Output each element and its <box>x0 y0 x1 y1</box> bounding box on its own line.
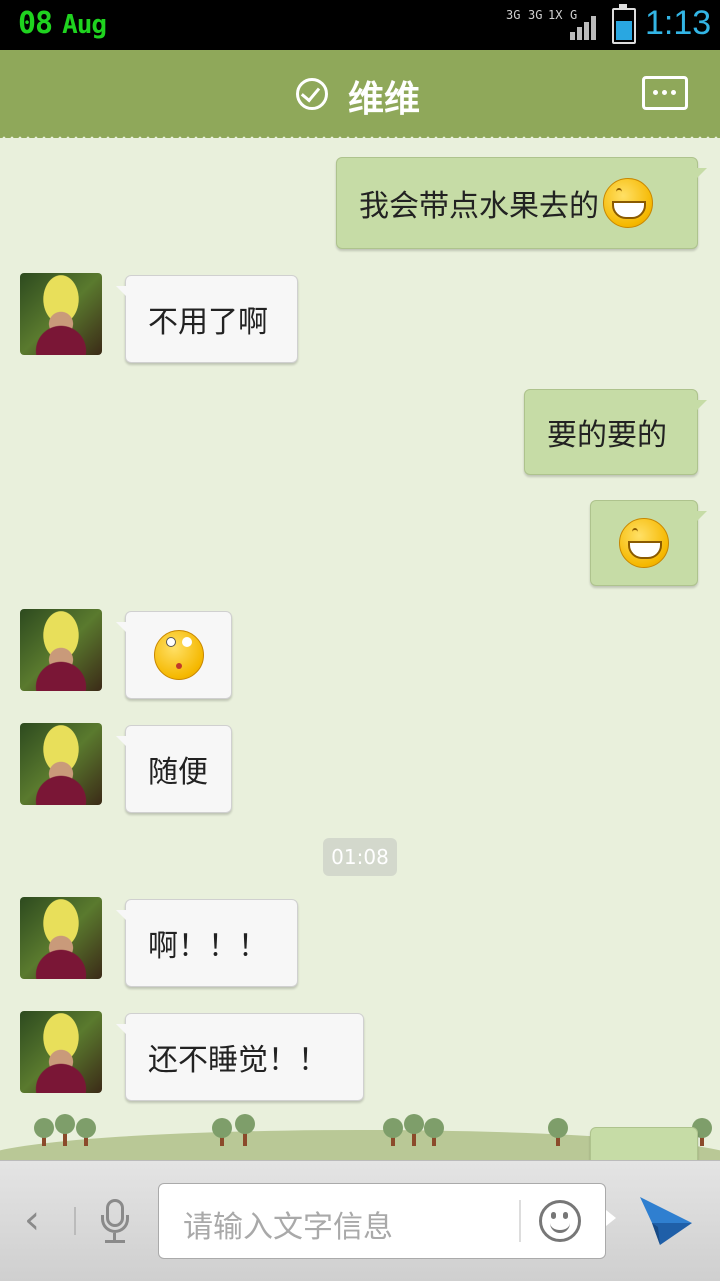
message-text: 我会带点水果去的 <box>359 189 599 224</box>
message-text: 还不睡觉！！ <box>148 1043 328 1078</box>
message-text: 不用了啊 <box>148 305 268 340</box>
input-bar: ‹ 请输入文字信息 <box>0 1160 720 1281</box>
message-bubble-incoming[interactable]: 还不睡觉！！ <box>116 1013 364 1101</box>
message-text: 要的要的 <box>547 418 667 453</box>
message-text: 随便 <box>148 755 208 790</box>
message-bubble-incoming[interactable]: 不用了啊 <box>116 275 298 363</box>
status-day: 08 <box>18 6 53 41</box>
message-bubble-outgoing[interactable]: 我会带点水果去的 <box>336 157 707 249</box>
grin-emoji-icon <box>603 178 653 228</box>
network-label: G <box>570 8 578 22</box>
grin-emoji-icon <box>619 518 669 568</box>
microphone-icon[interactable] <box>100 1199 130 1247</box>
message-text: 啊！！！ <box>148 929 268 964</box>
chevron-left-icon[interactable]: ‹ <box>24 1197 40 1243</box>
contact-name[interactable]: 维维 <box>348 70 420 122</box>
avatar[interactable] <box>20 609 102 691</box>
avatar[interactable] <box>20 273 102 355</box>
network-label: 1X <box>548 8 563 22</box>
message-input-placeholder: 请输入文字信息 <box>183 1210 393 1245</box>
header-zigzag-edge <box>0 130 720 138</box>
status-bar: 08 Aug 3G 3G 1X G 1:13 <box>0 0 720 50</box>
status-date: 08 Aug <box>18 6 107 41</box>
avatar[interactable] <box>20 897 102 979</box>
paper-plane-icon[interactable] <box>638 1195 694 1247</box>
network-label: 3G <box>528 8 543 22</box>
divider <box>74 1207 76 1235</box>
network-label: 3G <box>506 8 521 22</box>
message-bubble-incoming[interactable] <box>116 611 232 699</box>
chat-header: 维维 <box>0 50 720 138</box>
avatar[interactable] <box>20 1011 102 1093</box>
message-input[interactable]: 请输入文字信息 <box>158 1183 616 1259</box>
message-timestamp: 01:08 <box>323 838 397 876</box>
eye-roll-emoji-icon <box>153 630 204 680</box>
message-bubble-incoming[interactable]: 啊！！！ <box>116 899 298 987</box>
battery-icon <box>612 4 636 44</box>
status-month: Aug <box>62 10 107 40</box>
avatar[interactable] <box>20 723 102 805</box>
smiley-icon[interactable] <box>539 1200 581 1242</box>
message-bubble-incoming[interactable]: 随便 <box>116 725 232 813</box>
message-bubble-outgoing[interactable] <box>590 500 707 586</box>
message-bubble-outgoing[interactable]: 要的要的 <box>524 389 707 475</box>
divider <box>519 1200 521 1242</box>
chat-more-icon[interactable] <box>642 76 688 110</box>
status-time: 1:13 <box>645 4 712 42</box>
check-circle-icon <box>296 78 328 110</box>
